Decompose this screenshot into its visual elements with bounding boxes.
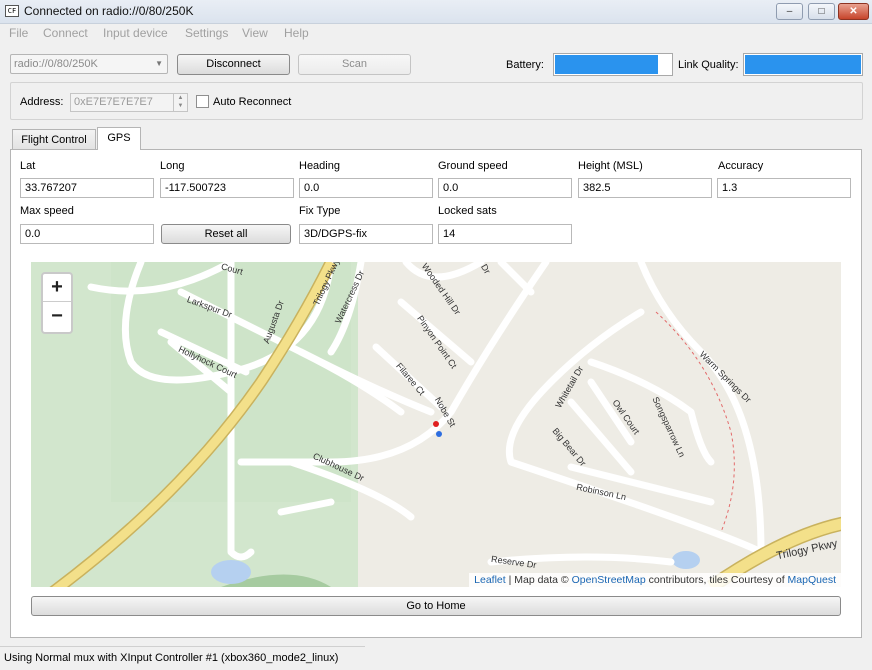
long-label: Long [160,160,185,172]
zoom-control: + − [41,272,73,334]
map-attribution: Leaflet | Map data © OpenStreetMap contr… [469,573,841,587]
zoom-out-button[interactable]: − [43,303,71,331]
status-text: Using Normal mux with XInput Controller … [4,652,339,664]
height-field[interactable]: 382.5 [578,178,712,198]
tab-flight-control[interactable]: Flight Control [12,129,96,150]
battery-label: Battery: [506,59,544,71]
map-tiles [31,262,841,587]
chevron-down-icon: ▼ [155,59,163,68]
leaflet-link[interactable]: Leaflet [474,574,506,586]
link-quality-bar [743,53,863,76]
menu-bar: File Connect Input device Settings View … [0,24,872,42]
osm-link[interactable]: OpenStreetMap [572,574,646,586]
radio-select-value: radio://0/80/250K [14,58,98,70]
menu-view[interactable]: View [242,26,268,40]
heading-field[interactable]: 0.0 [299,178,433,198]
menu-settings[interactable]: Settings [185,26,228,40]
fix-type-label: Fix Type [299,205,341,217]
close-button[interactable]: ✕ [838,3,869,20]
menu-input-device[interactable]: Input device [103,26,168,40]
lat-field[interactable]: 33.767207 [20,178,154,198]
link-quality-fill [745,55,861,74]
mapquest-link[interactable]: MapQuest [788,574,836,586]
max-speed-label: Max speed [20,205,74,217]
radio-select[interactable]: radio://0/80/250K ▼ [10,54,168,74]
gps-map[interactable]: Trilogy Pkwy Larkspur Dr Augusta Dr Holl… [31,262,841,587]
address-value: 0xE7E7E7E7E7 [74,96,153,108]
battery-bar [553,53,673,76]
disconnect-button[interactable]: Disconnect [177,54,290,75]
zoom-in-button[interactable]: + [43,274,71,302]
lat-label: Lat [20,160,36,172]
ground-speed-label: Ground speed [438,160,508,172]
locked-sats-field[interactable]: 14 [438,224,572,244]
menu-connect[interactable]: Connect [43,26,88,40]
ground-speed-field[interactable]: 0.0 [438,178,572,198]
tab-gps[interactable]: GPS [97,127,141,150]
battery-fill [555,55,659,74]
address-spinbox[interactable]: 0xE7E7E7E7E7 ▲ ▼ [70,93,188,112]
minimize-button[interactable]: – [776,3,803,20]
fix-type-field[interactable]: 3D/DGPS-fix [299,224,433,244]
auto-reconnect-checkbox[interactable] [196,95,209,108]
address-label: Address: [20,96,64,108]
scan-button[interactable]: Scan [298,54,411,75]
title-bar: CF Connected on radio://0/80/250K – □ ✕ [0,0,872,24]
spin-arrows-icon[interactable]: ▲ ▼ [173,94,187,111]
attribution-text: | Map data © [505,574,572,586]
reset-all-button[interactable]: Reset all [161,224,291,244]
heading-label: Heading [299,160,340,172]
max-speed-field[interactable]: 0.0 [20,224,154,244]
menu-file[interactable]: File [9,26,28,40]
accuracy-label: Accuracy [718,160,764,172]
auto-reconnect-label: Auto Reconnect [213,96,292,108]
menu-help[interactable]: Help [284,26,309,40]
accuracy-field[interactable]: 1.3 [717,178,851,198]
app-icon: CF [5,5,19,17]
maximize-button[interactable]: □ [808,3,835,20]
long-field[interactable]: -117.500723 [160,178,294,198]
status-bar: Using Normal mux with XInput Controller … [0,646,872,670]
window-title: Connected on radio://0/80/250K [24,4,194,18]
height-label: Height (MSL) [578,160,643,172]
locked-sats-label: Locked sats [438,205,497,217]
link-quality-label: Link Quality: [678,59,739,71]
go-to-home-button[interactable]: Go to Home [31,596,841,616]
attribution-text: contributors, tiles Courtesy of [645,574,788,586]
